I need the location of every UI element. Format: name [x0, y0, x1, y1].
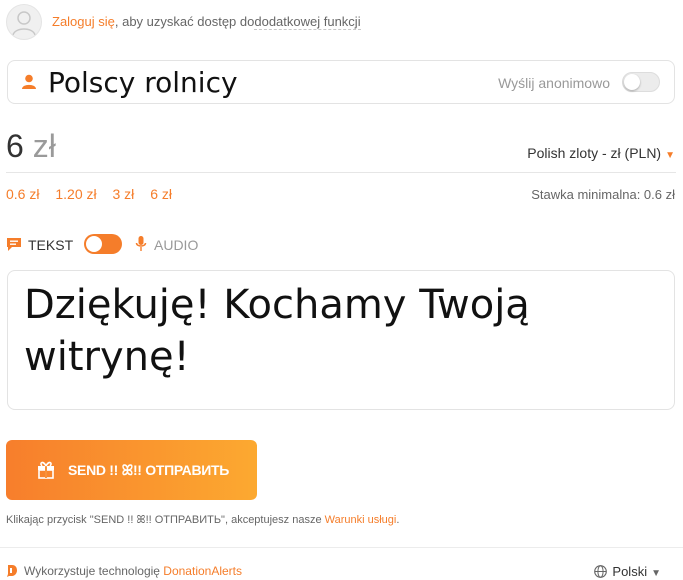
microphone-icon — [135, 236, 147, 251]
toggle-knob — [624, 74, 640, 90]
message-textarea[interactable]: Dziękuję! Kochamy Twoją witrynę! — [7, 270, 675, 410]
terms-notice: Klikając przycisk "SEND !! ꕤ!! ОТПРАВИТЬ… — [6, 514, 399, 527]
send-button[interactable]: SEND !! ꕤ!! ОТПРАВИТЬ — [6, 440, 257, 500]
language-select[interactable]: Polski ▼ — [594, 564, 661, 579]
audio-mode-label[interactable]: AUDIO — [154, 237, 198, 253]
footer-divider — [0, 547, 683, 548]
globe-icon — [594, 565, 608, 578]
amount-unit: zł — [32, 128, 56, 164]
anonymous-toggle[interactable] — [622, 72, 660, 92]
amount-presets: 0.6 zł 1.20 zł 3 zł 6 zł — [6, 186, 184, 202]
login-prompt: Zaloguj się, aby uzyskać dostęp dododatk… — [52, 14, 361, 30]
name-input-value[interactable]: Polscy rolnicy — [48, 66, 238, 99]
language-value: Polski — [612, 564, 648, 579]
avatar — [6, 4, 42, 40]
preset-amount-0[interactable]: 0.6 zł — [6, 186, 39, 202]
terms-suffix: . — [396, 514, 400, 526]
powered-by: Wykorzystuje technologię DonationAlerts — [6, 564, 242, 578]
currency-value: Polish zloty - zł (PLN) — [527, 145, 662, 161]
text-mode-label[interactable]: TEKST — [28, 237, 73, 253]
login-link[interactable]: Zaloguj się — [52, 14, 115, 29]
chevron-down-icon: ▼ — [665, 150, 675, 161]
user-placeholder-icon — [12, 11, 36, 36]
name-field[interactable]: Polscy rolnicy Wyślij anonimowo — [7, 60, 675, 104]
donationalerts-link[interactable]: DonationAlerts — [163, 564, 242, 578]
login-prompt-rest: dodatkowej funkcji — [254, 14, 361, 30]
preset-amount-1[interactable]: 1.20 zł — [55, 186, 96, 202]
toggle-knob — [86, 236, 102, 252]
gift-icon — [38, 461, 54, 479]
text-message-icon — [7, 238, 21, 251]
send-button-label: SEND !! ꕤ!! ОТПРАВИТЬ — [68, 462, 230, 478]
chevron-down-icon: ▼ — [651, 568, 661, 579]
preset-amount-3[interactable]: 6 zł — [150, 186, 172, 202]
amount-input[interactable]: 6 zł — [6, 128, 56, 165]
amount-value[interactable]: 6 — [6, 128, 24, 164]
login-prompt-middle: , aby uzyskać dostęp do — [114, 14, 255, 29]
minimum-rate: Stawka minimalna: 0.6 zł — [531, 187, 675, 202]
donationalerts-logo-icon — [7, 565, 17, 577]
anonymous-label: Wyślij anonimowo — [498, 75, 610, 91]
terms-prefix: Klikając przycisk "SEND !! ꕤ!! ОТПРАВИТЬ… — [6, 514, 325, 526]
powered-by-prefix: Wykorzystuje technologię — [24, 564, 164, 578]
amount-divider — [6, 172, 676, 173]
message-text[interactable]: Dziękuję! Kochamy Twoją witrynę! — [24, 279, 644, 383]
preset-amount-2[interactable]: 3 zł — [113, 186, 135, 202]
user-icon — [22, 74, 36, 89]
currency-select[interactable]: Polish zloty - zł (PLN) ▼ — [527, 145, 675, 161]
terms-link[interactable]: Warunki usługi — [325, 514, 397, 526]
text-audio-toggle[interactable] — [84, 234, 122, 254]
